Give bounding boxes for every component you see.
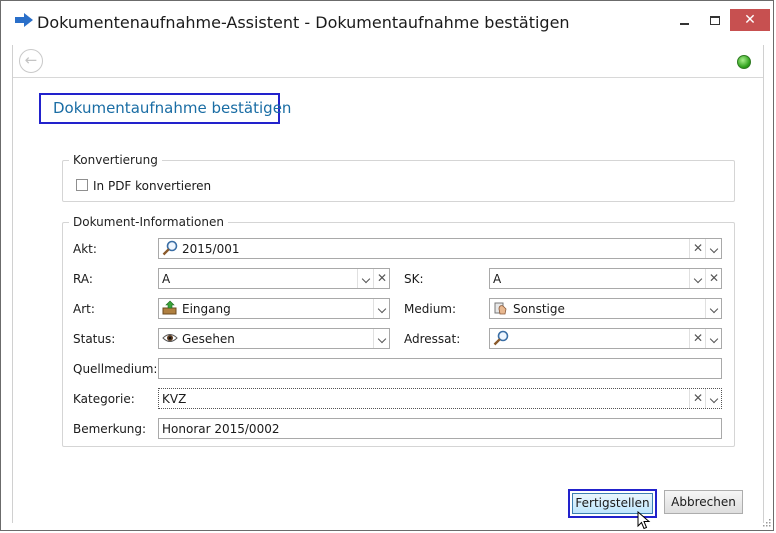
akt-field[interactable]: 2015/001 ✕ [158,238,722,259]
hand-icon [494,302,507,315]
chevron-down-icon [377,304,387,314]
page-title: Dokumentaufnahme bestätigen [39,93,291,124]
maximize-button[interactable] [704,9,726,31]
navigation-bar: ← [12,45,764,78]
pdf-checkbox-label[interactable]: In PDF konvertieren [93,179,211,193]
arrow-right-icon [15,13,33,27]
eye-icon [162,334,178,342]
chevron-down-icon [709,334,719,344]
medium-select[interactable]: Sonstige [489,298,722,319]
chevron-down-icon [361,274,371,284]
art-select[interactable]: Eingang [158,298,390,319]
back-arrow-icon: ← [24,51,38,69]
chevron-down-icon [709,394,719,404]
sk-label: SK: [404,272,424,286]
wizard-window: Dokumentenaufnahme-Assistent - Dokumenta… [0,0,774,531]
sk-field[interactable]: A ✕ [489,268,722,289]
status-select[interactable]: Gesehen [158,328,390,349]
ra-clear-button[interactable]: ✕ [373,269,390,288]
minimize-icon [679,23,689,25]
sk-clear-button[interactable]: ✕ [705,269,722,288]
ra-field[interactable]: A ✕ [158,268,390,289]
kategorie-dropdown-button[interactable] [705,389,722,408]
kategorie-clear-button[interactable]: ✕ [689,389,706,408]
search-icon [162,240,178,256]
medium-value: Sonstige [513,302,565,316]
quellmedium-label: Quellmedium: [73,362,158,376]
bemerkung-value: Honorar 2015/0002 [162,422,280,436]
chevron-down-icon [709,304,719,314]
inbox-icon [162,300,177,315]
close-button[interactable]: ✕ [730,9,770,31]
akt-dropdown-button[interactable] [705,239,722,258]
adressat-label: Adressat: [404,332,461,346]
ra-value: A [162,272,171,286]
ra-label: RA: [73,272,93,286]
kategorie-field[interactable]: KVZ ✕ [158,388,722,409]
akt-clear-button[interactable]: ✕ [689,239,706,258]
status-label: Status: [73,332,116,346]
search-icon [493,330,509,346]
konvertierung-group: Konvertierung [62,153,735,202]
akt-label: Akt: [73,242,97,256]
sk-value: A [493,272,502,286]
dokument-legend: Dokument-Informationen [73,215,224,229]
green-status-light [737,55,751,69]
chevron-down-icon [377,334,387,344]
adressat-dropdown-button[interactable] [705,329,722,348]
chevron-down-icon [709,244,719,254]
sk-dropdown-button[interactable] [689,269,706,288]
window-title: Dokumentenaufnahme-Assistent - Dokumenta… [37,13,570,32]
adressat-field[interactable]: ✕ [489,328,722,349]
konvertierung-legend: Konvertierung [73,153,158,167]
akt-value: 2015/001 [182,242,240,256]
kategorie-label: Kategorie: [73,392,135,406]
back-button[interactable]: ← [19,49,43,73]
quellmedium-input[interactable] [158,358,722,379]
pdf-checkbox[interactable] [76,179,88,191]
title-bar: Dokumentenaufnahme-Assistent - Dokumenta… [1,1,773,45]
status-dropdown-button[interactable] [373,329,390,348]
art-value: Eingang [182,302,231,316]
medium-label: Medium: [404,302,457,316]
maximize-icon [710,16,720,25]
bemerkung-input[interactable]: Honorar 2015/0002 [158,418,722,439]
resize-grip-icon[interactable] [761,517,771,527]
close-icon: ✕ [744,12,756,28]
art-label: Art: [73,302,95,316]
medium-dropdown-button[interactable] [705,299,722,318]
cancel-button[interactable]: Abbrechen [664,490,743,514]
adressat-clear-button[interactable]: ✕ [689,329,706,348]
status-value: Gesehen [182,332,235,346]
kategorie-value: KVZ [162,392,187,406]
ra-dropdown-button[interactable] [357,269,374,288]
art-dropdown-button[interactable] [373,299,390,318]
mouse-cursor-icon [637,511,651,530]
chevron-down-icon [693,274,703,284]
bemerkung-label: Bemerkung: [73,422,147,436]
minimize-button[interactable] [673,9,695,31]
